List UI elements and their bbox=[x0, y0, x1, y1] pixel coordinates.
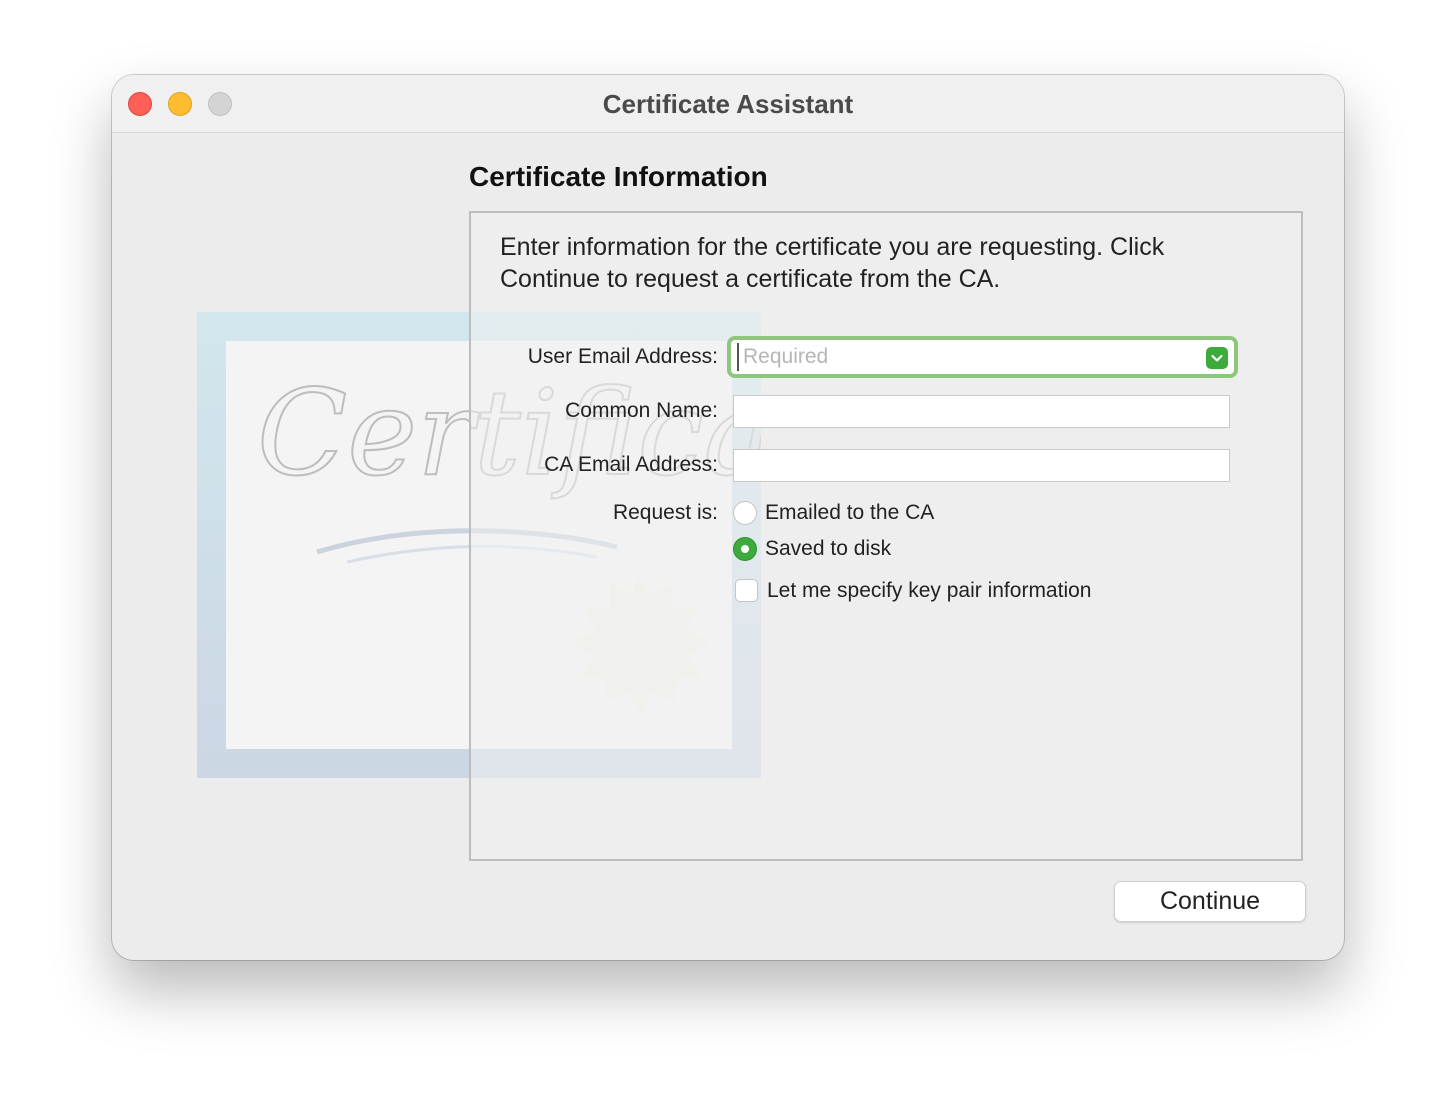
user-email-label: User Email Address: bbox=[527, 345, 718, 368]
page-heading: Certificate Information bbox=[469, 161, 768, 192]
request-is-label: Request is: bbox=[612, 501, 718, 524]
certificate-assistant-window: Certificate Assistant Certificate Certif… bbox=[112, 75, 1344, 960]
key-pair-checkbox[interactable] bbox=[735, 579, 758, 602]
email-autofill-dropdown-button[interactable] bbox=[1206, 347, 1228, 369]
intro-text: Enter information for the certificate yo… bbox=[500, 233, 1165, 293]
ca-email-input[interactable] bbox=[733, 449, 1230, 482]
user-email-field[interactable] bbox=[727, 336, 1238, 378]
title-bar: Certificate Assistant bbox=[112, 75, 1344, 133]
radio-saved-to-disk[interactable] bbox=[733, 537, 757, 561]
form-panel bbox=[469, 211, 1303, 861]
radio-saved-to-disk-label[interactable]: Saved to disk bbox=[765, 537, 891, 561]
ca-email-label: CA Email Address: bbox=[544, 453, 718, 476]
continue-button[interactable]: Continue bbox=[1114, 881, 1306, 922]
chevron-down-icon bbox=[1211, 354, 1223, 362]
common-name-label: Common Name: bbox=[565, 399, 718, 422]
radio-emailed-to-ca-label[interactable]: Emailed to the CA bbox=[765, 501, 934, 525]
user-email-input[interactable] bbox=[737, 343, 1203, 371]
common-name-input[interactable] bbox=[733, 395, 1230, 428]
radio-emailed-to-ca[interactable] bbox=[733, 501, 757, 525]
window-title: Certificate Assistant bbox=[602, 89, 854, 119]
key-pair-checkbox-label[interactable]: Let me specify key pair information bbox=[767, 579, 1091, 603]
